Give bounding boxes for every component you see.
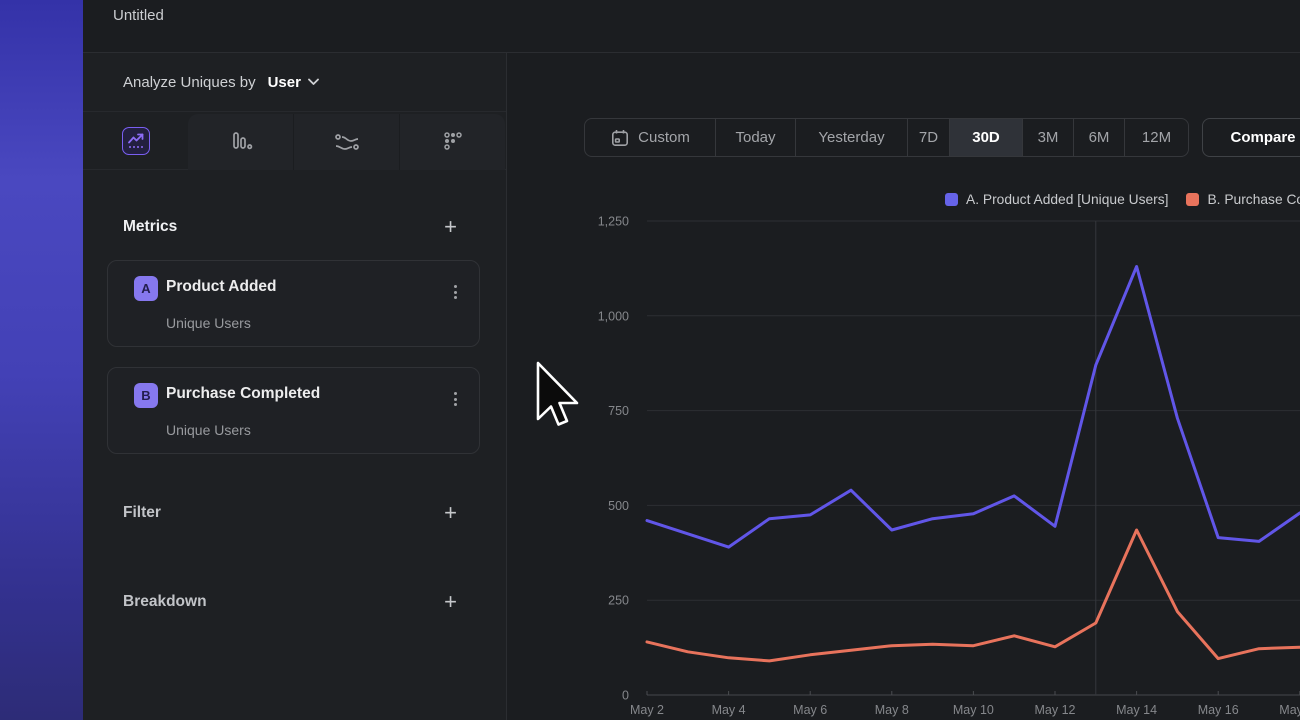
add-filter-button[interactable]: +	[444, 503, 457, 523]
metric-card-b[interactable]: B Purchase Completed Unique Users	[107, 367, 480, 454]
svg-text:750: 750	[608, 404, 629, 418]
filter-title: Filter	[123, 504, 161, 522]
line-chart: 0 250 500 750 1,000 1,250 May 2 May 4 May 6 May 8…	[507, 53, 1300, 720]
chart-panel: Custom Today Yesterday 7D 30D 3M 6M 12M …	[507, 53, 1300, 720]
background-gradient-strip	[0, 0, 83, 720]
metric-subtitle: Unique Users	[166, 315, 251, 331]
svg-text:0: 0	[622, 689, 629, 703]
top-bar: Untitled	[83, 0, 1300, 53]
query-sidebar: Analyze Uniques by User	[83, 53, 507, 720]
svg-text:500: 500	[608, 499, 629, 513]
chart-type-tabs	[83, 112, 506, 170]
metric-title: Product Added	[166, 278, 277, 296]
svg-text:May 10: May 10	[953, 703, 994, 717]
tab-bar-chart[interactable]	[188, 114, 293, 170]
metric-options-button[interactable]	[450, 388, 461, 410]
breakdown-header: Breakdown +	[123, 592, 457, 612]
page-title: Untitled	[113, 7, 164, 24]
analyze-by-label: Analyze Uniques by	[123, 74, 256, 91]
add-breakdown-button[interactable]: +	[444, 592, 457, 612]
analyze-by-dropdown[interactable]: User	[268, 74, 319, 91]
svg-text:May 6: May 6	[793, 703, 827, 717]
svg-text:1,250: 1,250	[598, 215, 629, 229]
tab-flows[interactable]	[293, 114, 399, 170]
analyze-row: Analyze Uniques by User	[83, 53, 506, 112]
svg-text:May 4: May 4	[712, 703, 746, 717]
svg-text:May 14: May 14	[1116, 703, 1157, 717]
svg-text:May 12: May 12	[1035, 703, 1076, 717]
line-chart-icon	[127, 132, 145, 150]
svg-text:May 8: May 8	[875, 703, 909, 717]
metric-options-button[interactable]	[450, 281, 461, 303]
tab-line-chart[interactable]	[122, 127, 150, 155]
metric-badge-a: A	[134, 276, 158, 301]
metric-grid-icon	[441, 130, 465, 154]
svg-text:250: 250	[608, 594, 629, 608]
analyze-by-value: User	[268, 74, 301, 91]
add-metric-button[interactable]: +	[444, 217, 457, 237]
tab-metric-grid[interactable]	[399, 114, 505, 170]
svg-text:May 16: May 16	[1198, 703, 1239, 717]
breakdown-title: Breakdown	[123, 593, 207, 611]
chevron-down-icon	[308, 78, 319, 86]
bar-chart-icon	[228, 129, 254, 155]
svg-text:May 2: May 2	[630, 703, 664, 717]
metric-subtitle: Unique Users	[166, 422, 251, 438]
filter-header: Filter +	[123, 503, 457, 523]
chart-type-strip	[188, 114, 505, 170]
svg-text:1,000: 1,000	[598, 309, 629, 323]
metric-card-a[interactable]: A Product Added Unique Users	[107, 260, 480, 347]
metric-title: Purchase Completed	[166, 385, 320, 403]
metrics-header: Metrics +	[123, 217, 457, 237]
metric-badge-b: B	[134, 383, 158, 408]
flows-icon	[333, 129, 361, 155]
svg-text:May 18: May 18	[1279, 703, 1300, 717]
metrics-title: Metrics	[123, 218, 177, 236]
